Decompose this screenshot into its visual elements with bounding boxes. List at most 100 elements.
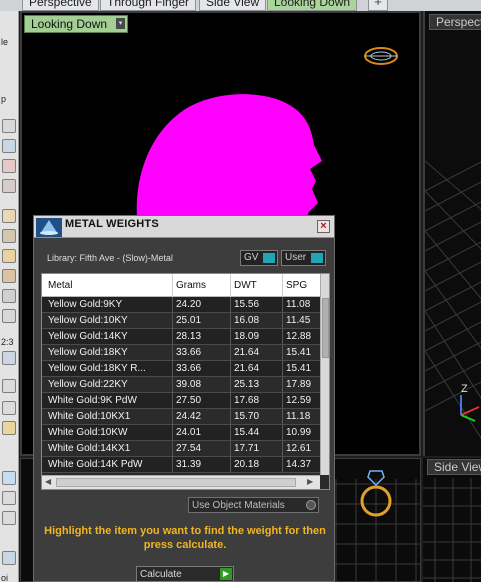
use-object-materials-label: Use Object Materials <box>192 500 285 511</box>
cell-metal: White Gold:9K PdW <box>48 395 137 406</box>
cell-grams: 33.66 <box>176 363 202 374</box>
viewport-title[interactable]: Perspective <box>429 14 481 30</box>
table-row[interactable]: Yellow Gold:10KY 25.01 16.08 11.45 <box>42 313 320 329</box>
table-body: Yellow Gold:9KY 24.20 15.56 11.08 Yellow Gol… <box>42 297 320 475</box>
cell-dwt: 17.68 <box>234 395 260 406</box>
cell-dwt: 15.44 <box>234 427 260 438</box>
cell-grams: 25.01 <box>176 315 202 326</box>
snap-tool-icon[interactable] <box>2 471 16 485</box>
vertical-scrollbar[interactable] <box>320 274 329 475</box>
add-tab-button[interactable]: + <box>368 0 388 11</box>
cell-metal: White Gold:14K PdW <box>48 459 143 470</box>
cell-dwt: 25.13 <box>234 379 260 390</box>
tab-through-finger[interactable]: Through Finger <box>100 0 197 11</box>
cell-spg: 12.59 <box>286 395 312 406</box>
gv-toggle[interactable]: GV <box>240 250 278 266</box>
cell-spg: 10.99 <box>286 427 312 438</box>
table-row[interactable]: Yellow Gold:14KY 28.13 18.09 12.88 <box>42 329 320 345</box>
table-row[interactable]: White Gold:14KX1 27.54 17.71 12.61 <box>42 441 320 457</box>
panel-titlebar[interactable]: METAL WEIGHTS × <box>34 216 334 238</box>
instructions-text: Highlight the item you want to find the … <box>44 525 326 551</box>
tab-looking-down[interactable]: Looking Down <box>267 0 358 11</box>
side-grid <box>423 478 481 582</box>
table-row[interactable]: White Gold:10KX1 24.42 15.70 11.18 <box>42 409 320 425</box>
column-header-dwt[interactable]: DWT <box>234 280 257 291</box>
table-row[interactable]: White Gold:14K PdW 31.39 20.18 14.37 <box>42 457 320 473</box>
view-tab-bar: Perspective Through Finger Side View Loo… <box>0 0 481 11</box>
mesh-tool-icon[interactable] <box>2 289 16 303</box>
cell-spg: 17.89 <box>286 379 312 390</box>
solid-tool-icon[interactable] <box>2 229 16 243</box>
viewport-side-view[interactable]: Side View <box>423 458 481 582</box>
table-row[interactable]: White Gold:9K PdW 27.50 17.68 12.59 <box>42 393 320 409</box>
scroll-right-icon[interactable]: ▶ <box>307 477 313 486</box>
table-row[interactable]: Yellow Gold:9KY 24.20 15.56 11.08 <box>42 297 320 313</box>
viewport-perspective[interactable]: Z Perspective <box>423 11 481 456</box>
viewport-title[interactable]: Side View <box>427 459 481 475</box>
extrude-tool-icon[interactable] <box>2 269 16 283</box>
network-tool-icon[interactable] <box>2 551 16 565</box>
axis-z-label: Z <box>461 383 468 395</box>
toolbar-text-fragment: p <box>1 94 7 104</box>
scrollbar-thumb[interactable] <box>56 478 296 487</box>
cell-dwt: 15.56 <box>234 299 260 310</box>
scroll-left-icon[interactable]: ◀ <box>45 477 51 486</box>
table-row[interactable]: White Gold:10KW 24.01 15.44 10.99 <box>42 425 320 441</box>
toolbar-text-fragment: oi <box>1 573 9 582</box>
use-object-materials-option[interactable]: Use Object Materials <box>188 497 319 513</box>
cell-dwt: 16.08 <box>234 315 260 326</box>
layer-tool-icon[interactable] <box>2 351 16 365</box>
scrollbar-thumb[interactable] <box>322 298 329 358</box>
head-silhouette <box>136 94 322 232</box>
cell-spg: 12.88 <box>286 331 312 342</box>
cell-metal: White Gold:10KW <box>48 427 128 438</box>
cell-grams: 39.08 <box>176 379 202 390</box>
table-row[interactable]: Yellow Gold:18KY 33.66 21.64 15.41 <box>42 345 320 361</box>
toolbar-text-fragment: le <box>1 37 9 47</box>
metal-weights-table: Metal Grams DWT SPG Yellow Gold:9KY 24.20… <box>41 273 330 490</box>
cell-metal: Yellow Gold:10KY <box>48 315 128 326</box>
panel-title: METAL WEIGHTS <box>65 218 159 230</box>
cell-dwt: 21.64 <box>234 347 260 358</box>
gv-toggle-label: GV <box>244 252 259 263</box>
table-row[interactable]: Yellow Gold:18KY R... 33.66 21.64 15.41 <box>42 361 320 377</box>
arrange-tool-icon[interactable] <box>2 511 16 525</box>
ring-gizmo-icon <box>364 47 398 65</box>
toggle-switch-icon <box>311 253 323 263</box>
table-row[interactable]: Yellow Gold:22KY 39.08 25.13 17.89 <box>42 377 320 393</box>
toggle-switch-icon <box>263 253 275 263</box>
calculate-button[interactable]: Calculate ▶ <box>136 566 234 582</box>
dimension-tool-icon[interactable] <box>2 491 16 505</box>
tab-perspective[interactable]: Perspective <box>22 0 99 11</box>
play-icon[interactable]: ▶ <box>220 568 232 580</box>
horizontal-scrollbar[interactable]: ◀ ▶ <box>42 475 320 489</box>
library-label: Library: Fifth Ave - (Slow)-Metal <box>47 253 173 263</box>
magnet-tool-icon[interactable] <box>2 179 16 193</box>
render-tool-icon[interactable] <box>2 421 16 435</box>
cell-metal: White Gold:14KX1 <box>48 443 131 454</box>
cell-spg: 11.18 <box>286 411 311 422</box>
radio-icon[interactable] <box>306 500 316 510</box>
cell-spg: 15.41 <box>286 347 312 358</box>
box-tool-icon[interactable] <box>2 249 16 263</box>
select-tool-icon[interactable] <box>2 119 16 133</box>
cell-grams: 33.66 <box>176 347 202 358</box>
cell-spg: 14.37 <box>286 459 312 470</box>
cell-grams: 27.50 <box>176 395 202 406</box>
analyze-tool-icon[interactable] <box>2 401 16 415</box>
column-header-metal[interactable]: Metal <box>48 280 72 291</box>
cell-spg: 11.45 <box>286 315 311 326</box>
close-icon[interactable]: × <box>317 220 330 233</box>
point-tool-icon[interactable] <box>2 159 16 173</box>
tab-side-view[interactable]: Side View <box>199 0 267 11</box>
cell-grams: 24.01 <box>176 427 202 438</box>
transform-tool-icon[interactable] <box>2 309 16 323</box>
surface-tool-icon[interactable] <box>2 209 16 223</box>
column-header-spg[interactable]: SPG <box>286 280 307 291</box>
table-header: Metal Grams DWT SPG <box>42 274 320 297</box>
user-toggle[interactable]: User <box>281 250 326 266</box>
curve-tool-icon[interactable] <box>2 139 16 153</box>
column-header-grams[interactable]: Grams <box>176 280 206 291</box>
perspective-grid <box>425 160 481 439</box>
grid-tool-icon[interactable] <box>2 379 16 393</box>
